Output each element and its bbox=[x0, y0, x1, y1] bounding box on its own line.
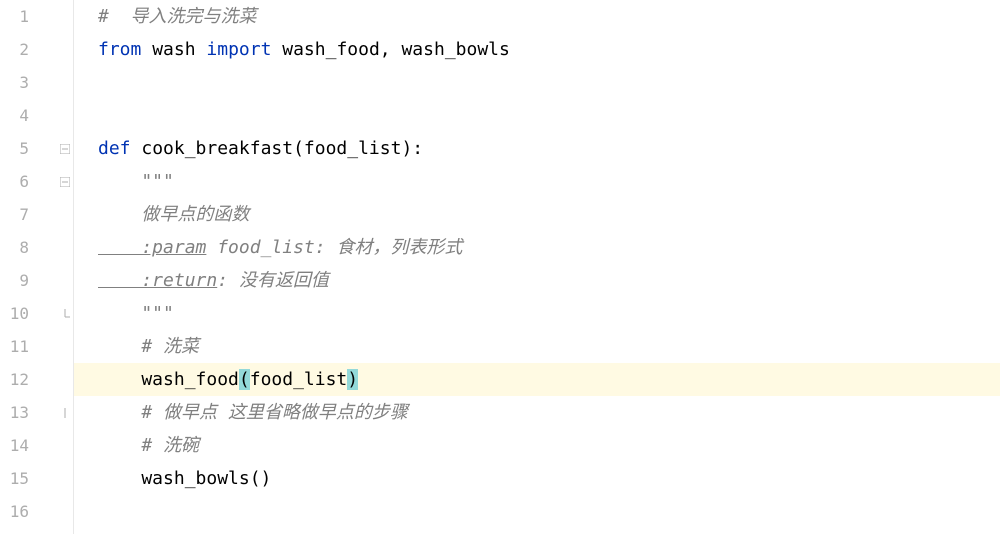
line-number[interactable]: 10 bbox=[0, 297, 73, 330]
line-number[interactable]: 3 bbox=[0, 66, 73, 99]
function-call: wash_food bbox=[98, 369, 239, 390]
line-number[interactable]: 16 bbox=[0, 495, 73, 528]
line-num-text: 6 bbox=[19, 172, 29, 191]
comment: # 做早点 这里省略做早点的步骤 bbox=[98, 402, 408, 423]
code-line[interactable]: 做早点的函数 bbox=[74, 198, 1000, 231]
fold-marker-icon[interactable] bbox=[59, 407, 71, 419]
code-line[interactable]: from wash import wash_food, wash_bowls bbox=[74, 33, 1000, 66]
code-editor[interactable]: # 导入洗完与洗菜 from wash import wash_food, wa… bbox=[74, 0, 1000, 534]
code-line[interactable]: :return: 没有返回值 bbox=[74, 264, 1000, 297]
identifier: wash_food, wash_bowls bbox=[271, 39, 509, 60]
line-num-text: 7 bbox=[19, 205, 29, 224]
line-num-text: 15 bbox=[10, 469, 29, 488]
code-line[interactable] bbox=[74, 495, 1000, 528]
docstring-text: : 没有返回值 bbox=[217, 270, 329, 291]
docstring-text: 做早点的函数 bbox=[98, 204, 249, 225]
line-number[interactable]: 1 bbox=[0, 0, 73, 33]
code-line-active[interactable]: wash_food(food_list) bbox=[74, 363, 1000, 396]
line-number[interactable]: 2 bbox=[0, 33, 73, 66]
docstring-quote: """ bbox=[98, 303, 174, 324]
line-num-text: 16 bbox=[10, 502, 29, 521]
line-number[interactable]: 13 bbox=[0, 396, 73, 429]
line-number[interactable]: 11 bbox=[0, 330, 73, 363]
fold-marker-icon[interactable] bbox=[59, 143, 71, 155]
code-line[interactable]: wash_bowls() bbox=[74, 462, 1000, 495]
paren-open: ( bbox=[239, 369, 250, 390]
line-num-text: 10 bbox=[10, 304, 29, 323]
code-line[interactable]: :param food_list: 食材，列表形式 bbox=[74, 231, 1000, 264]
code-line[interactable]: # 做早点 这里省略做早点的步骤 bbox=[74, 396, 1000, 429]
code-line[interactable]: """ bbox=[74, 297, 1000, 330]
line-number[interactable]: 4 bbox=[0, 99, 73, 132]
code-line[interactable]: # 导入洗完与洗菜 bbox=[74, 0, 1000, 33]
line-number[interactable]: 15 bbox=[0, 462, 73, 495]
code-line[interactable] bbox=[74, 99, 1000, 132]
line-number[interactable]: 6 bbox=[0, 165, 73, 198]
line-num-text: 11 bbox=[10, 337, 29, 356]
line-num-text: 9 bbox=[19, 271, 29, 290]
line-num-text: 8 bbox=[19, 238, 29, 257]
function-signature: cook_breakfast(food_list): bbox=[141, 138, 423, 159]
line-num-text: 1 bbox=[19, 7, 29, 26]
function-call: wash_bowls() bbox=[98, 468, 271, 489]
line-num-text: 2 bbox=[19, 40, 29, 59]
line-number[interactable]: 12 bbox=[0, 363, 73, 396]
line-num-text: 5 bbox=[19, 139, 29, 158]
code-line[interactable]: """ bbox=[74, 165, 1000, 198]
line-number[interactable]: 8 bbox=[0, 231, 73, 264]
line-number[interactable]: 14 bbox=[0, 429, 73, 462]
docstring-quote: """ bbox=[98, 171, 174, 192]
argument: food_list bbox=[250, 369, 348, 390]
docstring-return-tag: :return bbox=[98, 270, 217, 291]
fold-marker-icon[interactable] bbox=[59, 176, 71, 188]
identifier: wash bbox=[141, 39, 206, 60]
comment: # 洗碗 bbox=[98, 435, 199, 456]
line-number-gutter: 1 2 3 4 5 6 7 8 9 10 11 12 13 14 15 16 bbox=[0, 0, 74, 534]
code-line[interactable]: # 洗菜 bbox=[74, 330, 1000, 363]
fold-marker-icon[interactable] bbox=[59, 308, 71, 320]
line-number[interactable]: 7 bbox=[0, 198, 73, 231]
line-num-text: 12 bbox=[10, 370, 29, 389]
keyword-from: from bbox=[98, 39, 141, 60]
line-num-text: 4 bbox=[19, 106, 29, 125]
keyword-def: def bbox=[98, 138, 141, 159]
line-num-text: 13 bbox=[10, 403, 29, 422]
code-line[interactable] bbox=[74, 66, 1000, 99]
comment: # 洗菜 bbox=[98, 336, 199, 357]
line-number[interactable]: 9 bbox=[0, 264, 73, 297]
code-line[interactable]: def cook_breakfast(food_list): bbox=[74, 132, 1000, 165]
line-num-text: 14 bbox=[10, 436, 29, 455]
docstring-text: food_list: 食材，列表形式 bbox=[206, 237, 462, 258]
line-num-text: 3 bbox=[19, 73, 29, 92]
keyword-import: import bbox=[206, 39, 271, 60]
line-number[interactable]: 5 bbox=[0, 132, 73, 165]
docstring-param-tag: :param bbox=[98, 237, 206, 258]
comment: # 导入洗完与洗菜 bbox=[98, 6, 257, 27]
code-line[interactable]: # 洗碗 bbox=[74, 429, 1000, 462]
paren-close: ) bbox=[347, 369, 358, 390]
